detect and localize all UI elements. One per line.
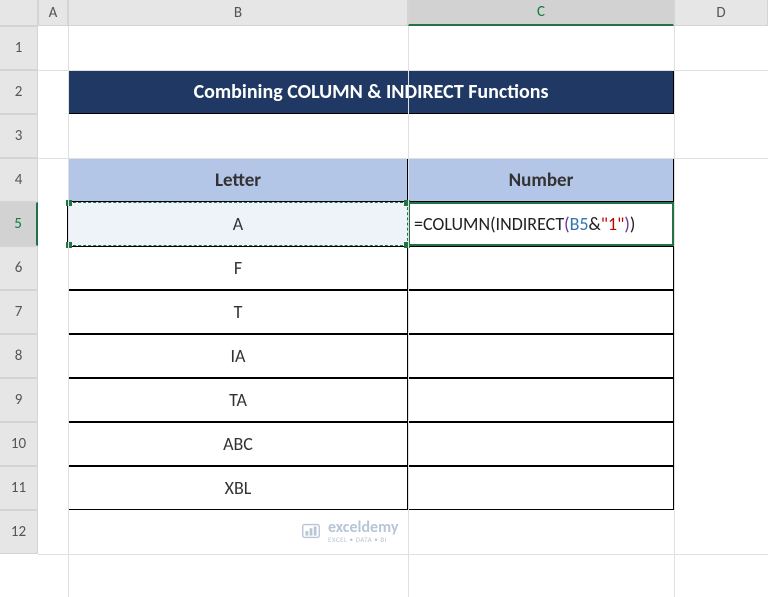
header-letter[interactable]: Letter bbox=[68, 158, 408, 202]
cell-C10[interactable] bbox=[408, 422, 674, 466]
spreadsheet-grid: A B C D 1 2 3 4 5 6 7 8 9 10 11 12 Combi… bbox=[0, 0, 768, 554]
cell-B5[interactable]: A bbox=[68, 202, 408, 246]
cell-C7[interactable] bbox=[408, 290, 674, 334]
cell-C8[interactable] bbox=[408, 334, 674, 378]
col-header-C[interactable]: C bbox=[408, 0, 674, 26]
row-header-7[interactable]: 7 bbox=[0, 290, 38, 334]
col-header-B[interactable]: B bbox=[68, 0, 408, 26]
col-header-A[interactable]: A bbox=[38, 0, 68, 26]
cell-B9[interactable]: TA bbox=[68, 378, 408, 422]
select-all-corner[interactable] bbox=[0, 0, 38, 26]
formula-text: =COLUMN(INDIRECT(B5&"1")) bbox=[414, 213, 635, 235]
row-header-12[interactable]: 12 bbox=[0, 510, 38, 554]
cell-B10[interactable]: ABC bbox=[68, 422, 408, 466]
watermark: exceldemy EXCEL • DATA • BI bbox=[300, 518, 398, 544]
col-header-D[interactable]: D bbox=[674, 0, 768, 26]
exceldemy-icon bbox=[300, 520, 322, 542]
cell-B8[interactable]: IA bbox=[68, 334, 408, 378]
cell-B11[interactable]: XBL bbox=[68, 466, 408, 510]
cell-B7[interactable]: T bbox=[68, 290, 408, 334]
cell-value: A bbox=[233, 213, 243, 235]
row-header-3[interactable]: 3 bbox=[0, 114, 38, 158]
cell-C6[interactable] bbox=[408, 246, 674, 290]
row-header-4[interactable]: 4 bbox=[0, 158, 38, 202]
row-header-5[interactable]: 5 bbox=[0, 202, 38, 246]
row-header-9[interactable]: 9 bbox=[0, 378, 38, 422]
row-header-1[interactable]: 1 bbox=[0, 26, 38, 70]
cell-C9[interactable] bbox=[408, 378, 674, 422]
header-number[interactable]: Number bbox=[408, 158, 674, 202]
row-header-8[interactable]: 8 bbox=[0, 334, 38, 378]
row-header-10[interactable]: 10 bbox=[0, 422, 38, 466]
row-header-6[interactable]: 6 bbox=[0, 246, 38, 290]
cell-B6[interactable]: F bbox=[68, 246, 408, 290]
row-header-2[interactable]: 2 bbox=[0, 70, 38, 114]
cell-C11[interactable] bbox=[408, 466, 674, 510]
row-header-11[interactable]: 11 bbox=[0, 466, 38, 510]
title-cell[interactable]: Combining COLUMN & INDIRECT Functions bbox=[68, 70, 674, 114]
cell-C5-active[interactable]: =COLUMN(INDIRECT(B5&"1")) bbox=[408, 202, 674, 246]
